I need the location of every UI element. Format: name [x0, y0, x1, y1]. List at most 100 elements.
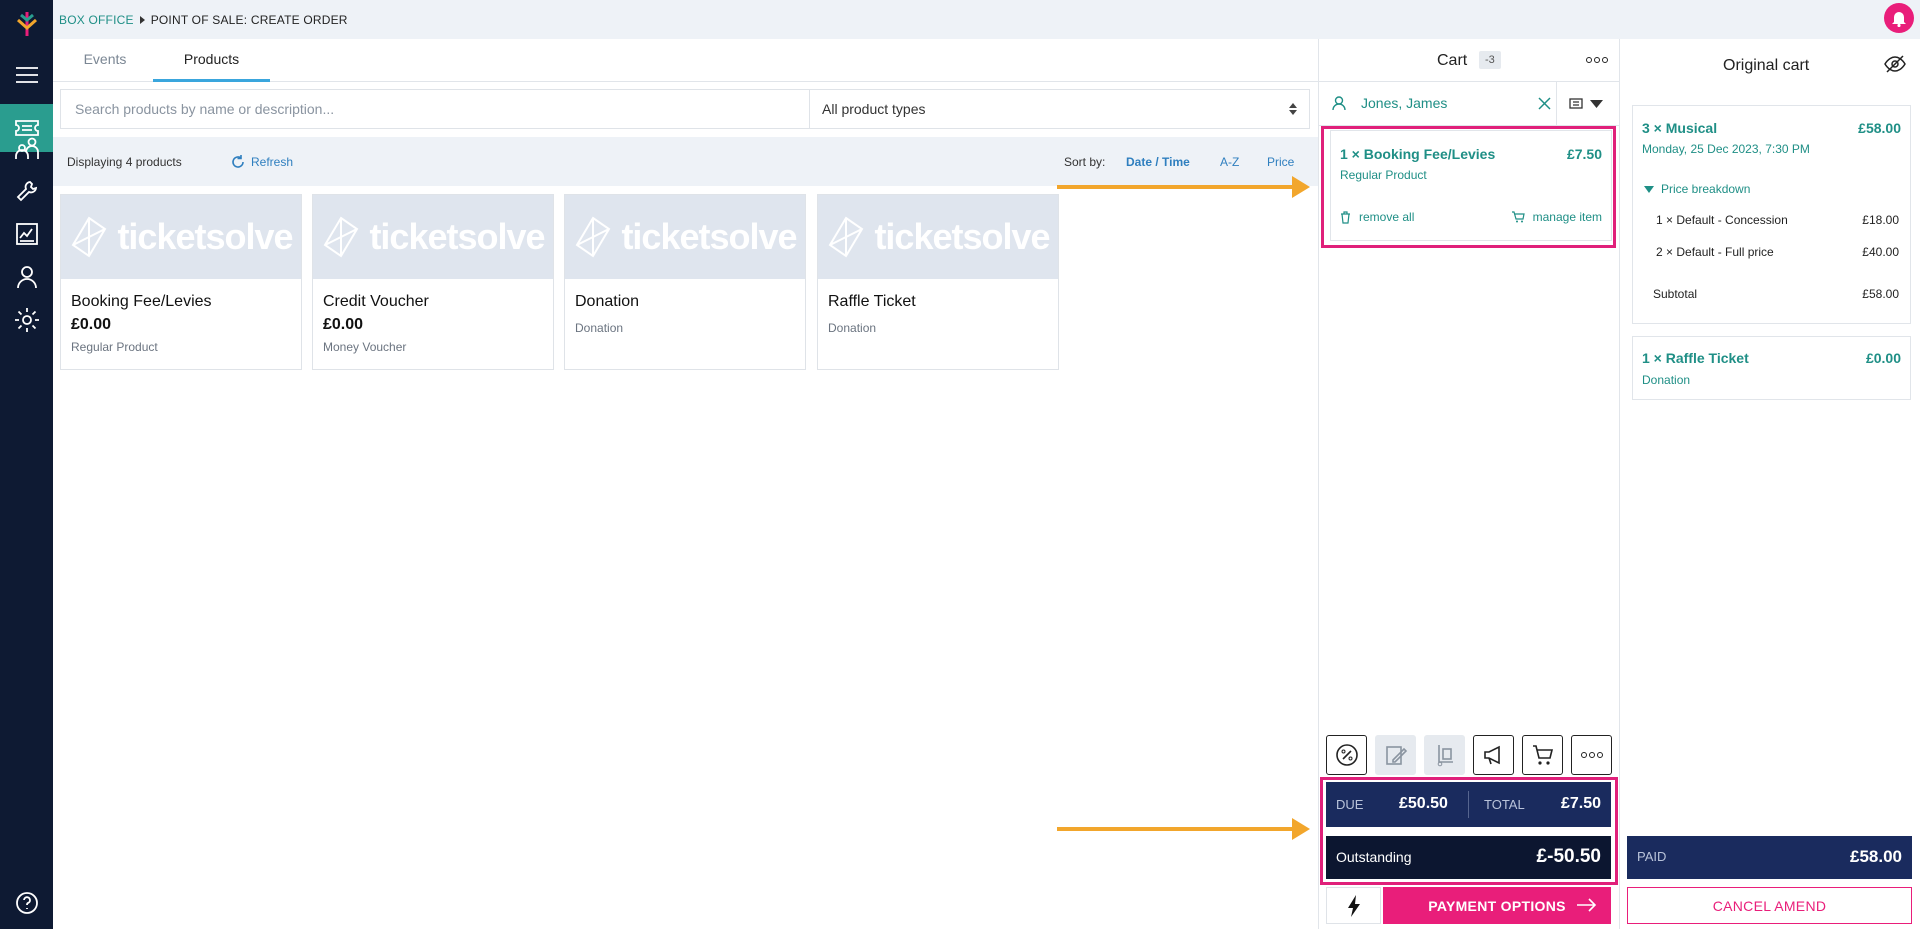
- promotion-button[interactable]: [1473, 735, 1514, 775]
- chevron-down-icon[interactable]: [1590, 100, 1603, 108]
- reports-icon[interactable]: [0, 210, 53, 258]
- user-icon[interactable]: [0, 253, 53, 301]
- customer-card-icon[interactable]: [1569, 98, 1583, 109]
- product-type: Donation: [575, 321, 624, 335]
- breakdown-line-label: 1 × Default - Concession: [1656, 213, 1788, 227]
- sort-price[interactable]: Price: [1267, 155, 1294, 169]
- product-thumbnail: ticketsolve: [565, 195, 805, 279]
- due-total-box: DUE £50.50 TOTAL £7.50: [1326, 782, 1611, 827]
- discount-button[interactable]: [1326, 735, 1367, 775]
- original-item-type: Donation: [1642, 373, 1691, 387]
- clear-customer-close-icon[interactable]: [1538, 97, 1551, 110]
- product-thumbnail: ticketsolve: [818, 195, 1058, 279]
- arrow-right-icon: [1577, 898, 1597, 912]
- original-item-title: 3 × Musical: [1642, 120, 1718, 136]
- outstanding-label: Outstanding: [1336, 849, 1412, 865]
- notes-button[interactable]: [1375, 735, 1416, 775]
- ticketsolve-logo-icon: [829, 216, 864, 258]
- breakdown-line-value: £40.00: [1862, 245, 1899, 259]
- quick-pay-button[interactable]: [1326, 887, 1381, 924]
- refresh-label: Refresh: [251, 154, 294, 169]
- more-tools-button[interactable]: [1571, 735, 1612, 775]
- cart-more-icon[interactable]: [1586, 57, 1608, 63]
- megaphone-icon: [1483, 745, 1500, 765]
- ticketsolve-logo-icon: [324, 216, 359, 258]
- brand-wordmark: ticketsolve: [874, 216, 1050, 257]
- people-icon[interactable]: [0, 124, 53, 172]
- breadcrumb-box-office[interactable]: BOX OFFICE: [59, 13, 134, 27]
- original-item-raffle[interactable]: 1 × Raffle Ticket £0.00 Donation: [1632, 336, 1911, 400]
- product-name: Donation: [575, 293, 640, 310]
- outstanding-value: £-50.50: [1536, 846, 1601, 867]
- app-logo[interactable]: [14, 10, 40, 38]
- total-value: £7.50: [1560, 795, 1601, 812]
- original-item-price: £58.00: [1858, 120, 1901, 136]
- product-type: Regular Product: [71, 340, 158, 354]
- ticketsolve-logo-icon: [72, 216, 107, 258]
- ticketsolve-logo-icon: [576, 216, 611, 258]
- breadcrumb-current: POINT OF SALE: CREATE ORDER: [150, 12, 348, 27]
- tab-products[interactable]: Products: [153, 39, 270, 82]
- price-breakdown-label: Price breakdown: [1661, 182, 1751, 196]
- cancel-amend-button[interactable]: CANCEL AMEND: [1627, 887, 1912, 924]
- cart-count-badge: -3: [1479, 51, 1501, 69]
- original-item-title: 1 × Raffle Ticket: [1642, 350, 1749, 366]
- customer-user-icon: [1332, 96, 1346, 111]
- delivery-button[interactable]: [1424, 735, 1465, 775]
- search-input[interactable]: [61, 90, 810, 128]
- customer-name[interactable]: Jones, James: [1361, 95, 1447, 111]
- paid-box: PAID £58.00: [1627, 836, 1912, 879]
- side-nav: [0, 0, 53, 929]
- product-name: Booking Fee/Levies: [71, 293, 212, 310]
- product-card-raffle-ticket[interactable]: ticketsolve Raffle Ticket Donation: [817, 194, 1059, 370]
- shopping-cart-icon: [1532, 745, 1553, 765]
- cart-customer: Jones, James: [1319, 82, 1619, 126]
- product-card-donation[interactable]: ticketsolve Donation Donation: [564, 194, 806, 370]
- original-item-musical[interactable]: 3 × Musical £58.00 Monday, 25 Dec 2023, …: [1632, 105, 1911, 324]
- basket-button[interactable]: [1522, 735, 1563, 775]
- annotation-arrow: [1057, 818, 1310, 840]
- notifications-bell-icon[interactable]: [1884, 3, 1914, 33]
- total-label: TOTAL: [1484, 797, 1525, 812]
- refresh-button[interactable]: Refresh: [231, 154, 294, 169]
- list-toolbar: Displaying 4 products Refresh Sort by: D…: [53, 137, 1318, 186]
- settings-gear-icon[interactable]: [0, 296, 53, 344]
- product-card-credit-voucher[interactable]: ticketsolve Credit Voucher £0.00 Money V…: [312, 194, 554, 370]
- subtotal-value: £58.00: [1862, 287, 1899, 301]
- divider: [1556, 82, 1557, 126]
- refresh-icon: [232, 154, 244, 168]
- due-value: £50.50: [1399, 795, 1448, 812]
- wrench-icon[interactable]: [0, 167, 53, 215]
- help-icon[interactable]: [0, 879, 53, 927]
- subtotal-label: Subtotal: [1653, 287, 1698, 301]
- sort-a-z[interactable]: A-Z: [1220, 155, 1239, 169]
- product-card-booking-fee[interactable]: ticketsolve Booking Fee/Levies £0.00 Reg…: [60, 194, 302, 370]
- product-name: Raffle Ticket: [828, 293, 916, 310]
- product-tabs: Events Products: [53, 39, 1318, 82]
- breakdown-line-value: £18.00: [1862, 213, 1899, 227]
- product-type-select[interactable]: All product types: [810, 90, 1309, 128]
- highlight-box: [1321, 126, 1616, 248]
- hide-eye-slash-icon[interactable]: [1884, 55, 1906, 73]
- original-cart-title: Original cart: [1723, 57, 1810, 74]
- price-breakdown-toggle[interactable]: Price breakdown: [1644, 182, 1750, 196]
- payment-options-label: PAYMENT OPTIONS: [1428, 897, 1566, 914]
- outstanding-box: Outstanding £-50.50: [1326, 836, 1611, 879]
- product-type: Money Voucher: [323, 340, 407, 354]
- dolly-icon: [1437, 745, 1453, 767]
- payment-options-button[interactable]: PAYMENT OPTIONS: [1383, 887, 1611, 924]
- sort-date-time[interactable]: Date / Time: [1126, 155, 1190, 169]
- divider: [1468, 791, 1469, 818]
- top-bar: BOX OFFICE POINT OF SALE: CREATE ORDER: [53, 0, 1920, 39]
- product-thumbnail: ticketsolve: [313, 195, 553, 279]
- caret-down-icon: [1644, 185, 1654, 193]
- menu-icon[interactable]: [0, 51, 53, 99]
- paid-value: £58.00: [1850, 847, 1902, 866]
- product-type-select-value: All product types: [822, 101, 926, 117]
- tab-events[interactable]: Events: [59, 39, 151, 82]
- product-name: Credit Voucher: [323, 293, 429, 310]
- edit-notes-icon: [1385, 746, 1407, 765]
- original-item-price: £0.00: [1865, 350, 1901, 366]
- sort-label: Sort by:: [1064, 154, 1106, 169]
- cart-title: Cart: [1437, 52, 1468, 69]
